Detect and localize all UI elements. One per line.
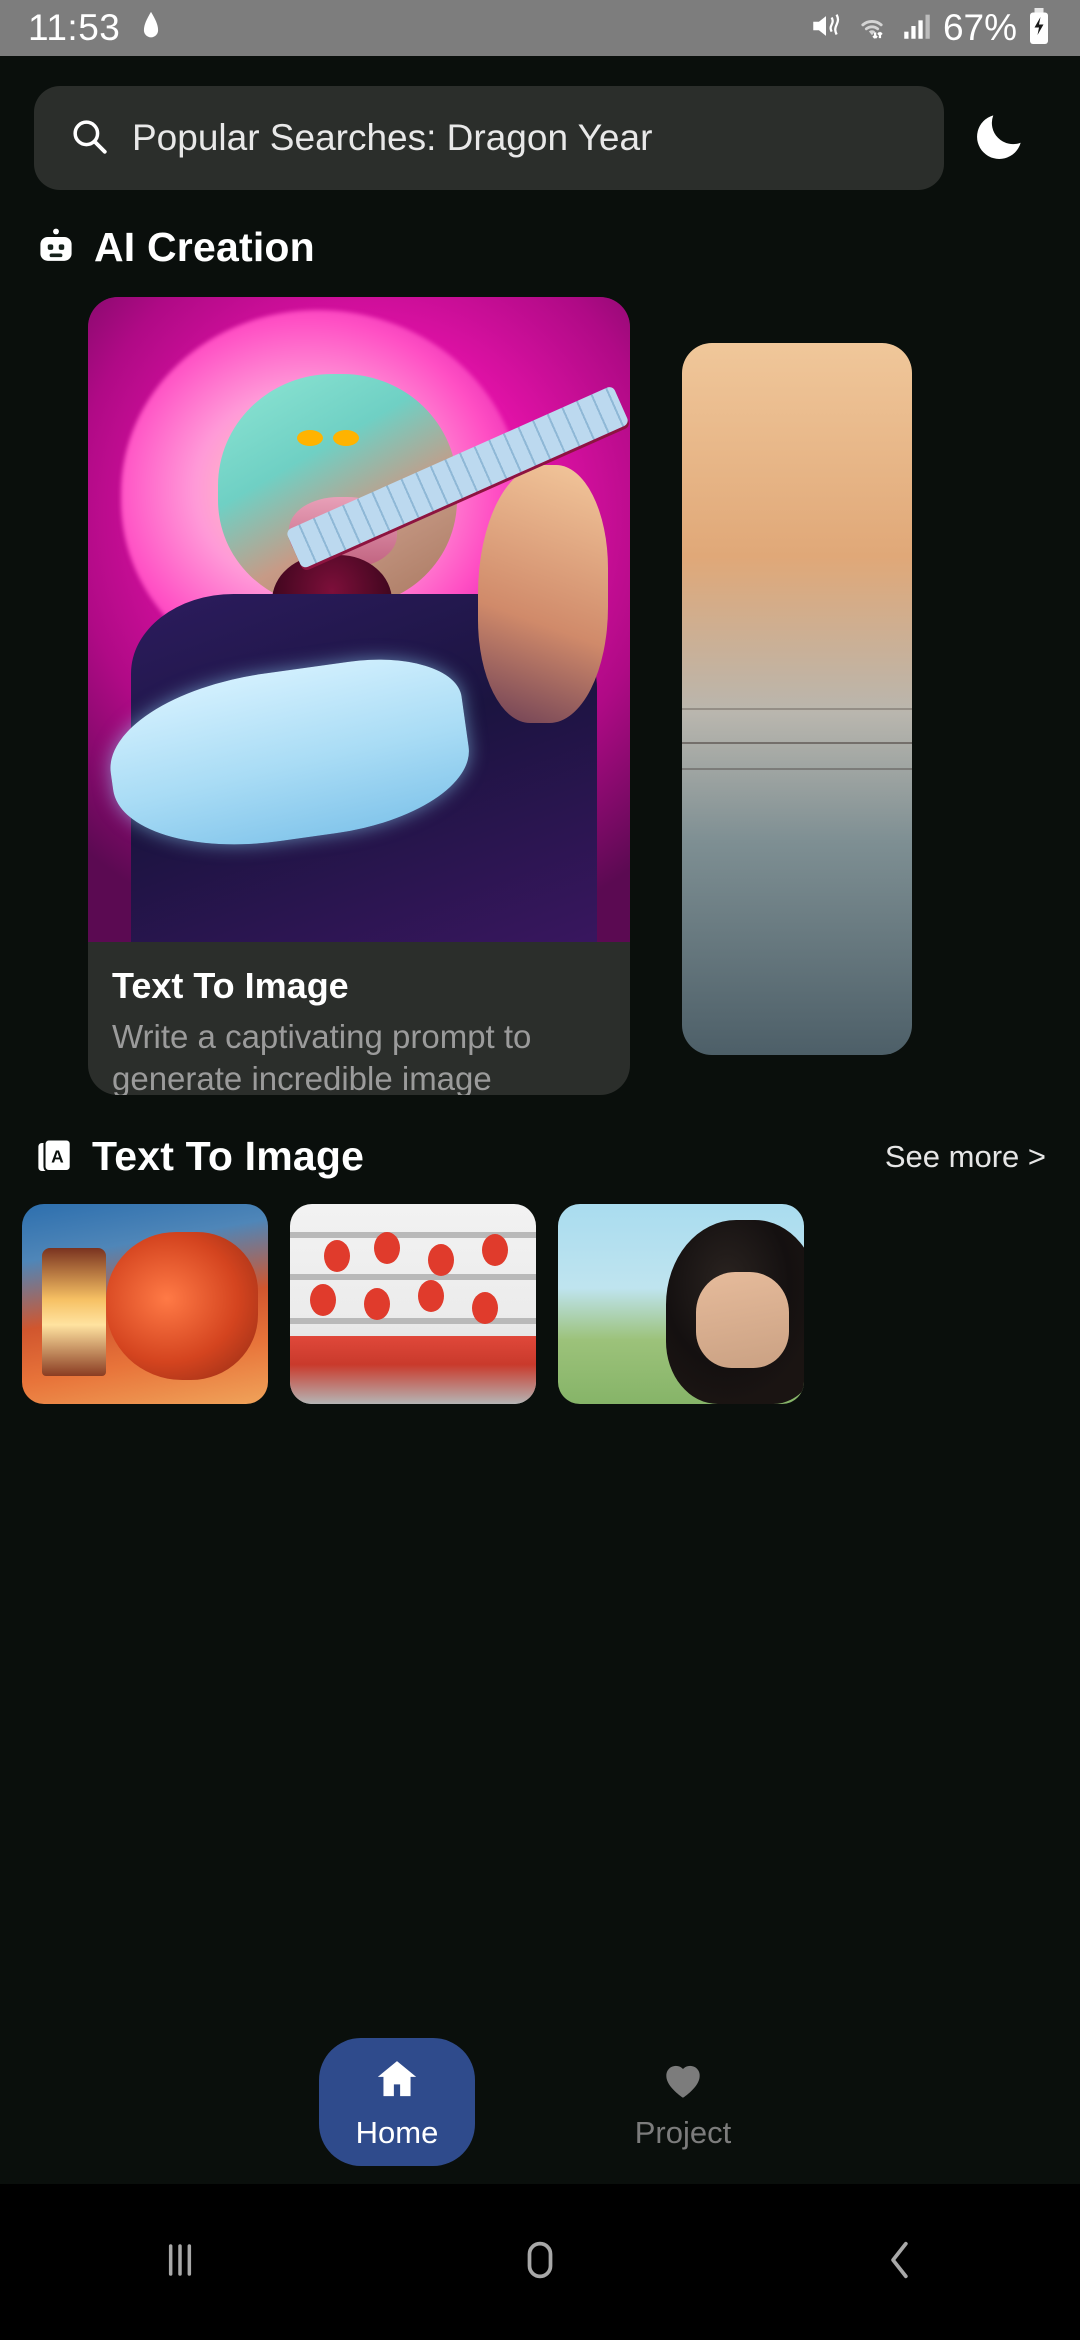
thumbnail-item[interactable]	[290, 1204, 536, 1404]
search-input[interactable]: Popular Searches: Dragon Year	[34, 86, 944, 190]
feature-card-title: Text To Image	[112, 965, 349, 1006]
bottom-tab-bar: Home Project	[0, 2020, 1080, 2184]
svg-text:A: A	[51, 1146, 64, 1166]
ai-creation-carousel[interactable]: Text To Image Write a captivating prompt…	[0, 297, 1080, 1107]
recents-button[interactable]	[90, 2184, 270, 2340]
recents-icon	[152, 2232, 208, 2293]
status-bar-right: 67%	[808, 7, 1052, 49]
back-chevron-icon	[872, 2232, 928, 2293]
section-header-ai-creation: AI Creation	[0, 190, 1080, 271]
status-bar-left: 11:53	[28, 7, 168, 49]
status-bar: 11:53 67%	[0, 0, 1080, 56]
wifi-icon	[853, 9, 891, 48]
heart-icon	[658, 2054, 708, 2109]
app-content: Popular Searches: Dragon Year AI Creatio…	[0, 56, 1080, 2184]
signal-icon	[900, 9, 934, 48]
back-button[interactable]	[810, 2184, 990, 2340]
home-icon	[372, 2054, 422, 2109]
feature-card-description: Write a captivating prompt to generate i…	[112, 1017, 532, 1095]
thumbnail-item[interactable]	[558, 1204, 804, 1404]
search-placeholder: Popular Searches: Dragon Year	[132, 117, 653, 158]
thumbnail-item[interactable]	[22, 1204, 268, 1404]
home-indicator-icon	[134, 9, 168, 48]
mute-vibrate-icon	[808, 9, 844, 48]
section-title: AI Creation	[94, 224, 315, 270]
home-button[interactable]	[450, 2184, 630, 2340]
search-icon	[68, 115, 110, 162]
feature-card-text-to-image[interactable]: Text To Image Write a captivating prompt…	[88, 297, 630, 1095]
tab-project[interactable]: Project	[605, 2038, 761, 2166]
battery-percent: 67%	[942, 7, 1017, 48]
tab-label: Project	[634, 2114, 732, 2150]
feature-card-artwork	[88, 297, 630, 942]
theme-toggle-button[interactable]	[954, 86, 1046, 190]
tab-label: Home	[355, 2114, 439, 2150]
battery-charging-icon	[1026, 7, 1052, 49]
feature-card-artwork-peek	[682, 343, 912, 1055]
text-to-image-thumbnail-row[interactable]	[0, 1180, 1080, 1404]
section-header-text-to-image: A Text To Image See more >	[0, 1107, 1080, 1180]
status-time: 11:53	[28, 7, 121, 48]
feature-card-meta: Text To Image Write a captivating prompt…	[88, 942, 630, 1095]
feature-card-next-peek[interactable]	[682, 343, 912, 1055]
moon-icon	[969, 105, 1031, 172]
android-nav-bar	[0, 2184, 1080, 2340]
phone-screen: 11:53 67% Popular Searches: Dragon Year …	[0, 0, 1080, 2340]
tab-home[interactable]: Home	[319, 2038, 475, 2166]
see-more-link[interactable]: See more >	[885, 1139, 1046, 1175]
search-row: Popular Searches: Dragon Year	[0, 56, 1080, 190]
text-to-image-icon: A	[34, 1136, 76, 1178]
home-circle-icon	[512, 2232, 568, 2293]
robot-icon	[34, 226, 78, 270]
section-title: Text To Image	[92, 1133, 365, 1179]
